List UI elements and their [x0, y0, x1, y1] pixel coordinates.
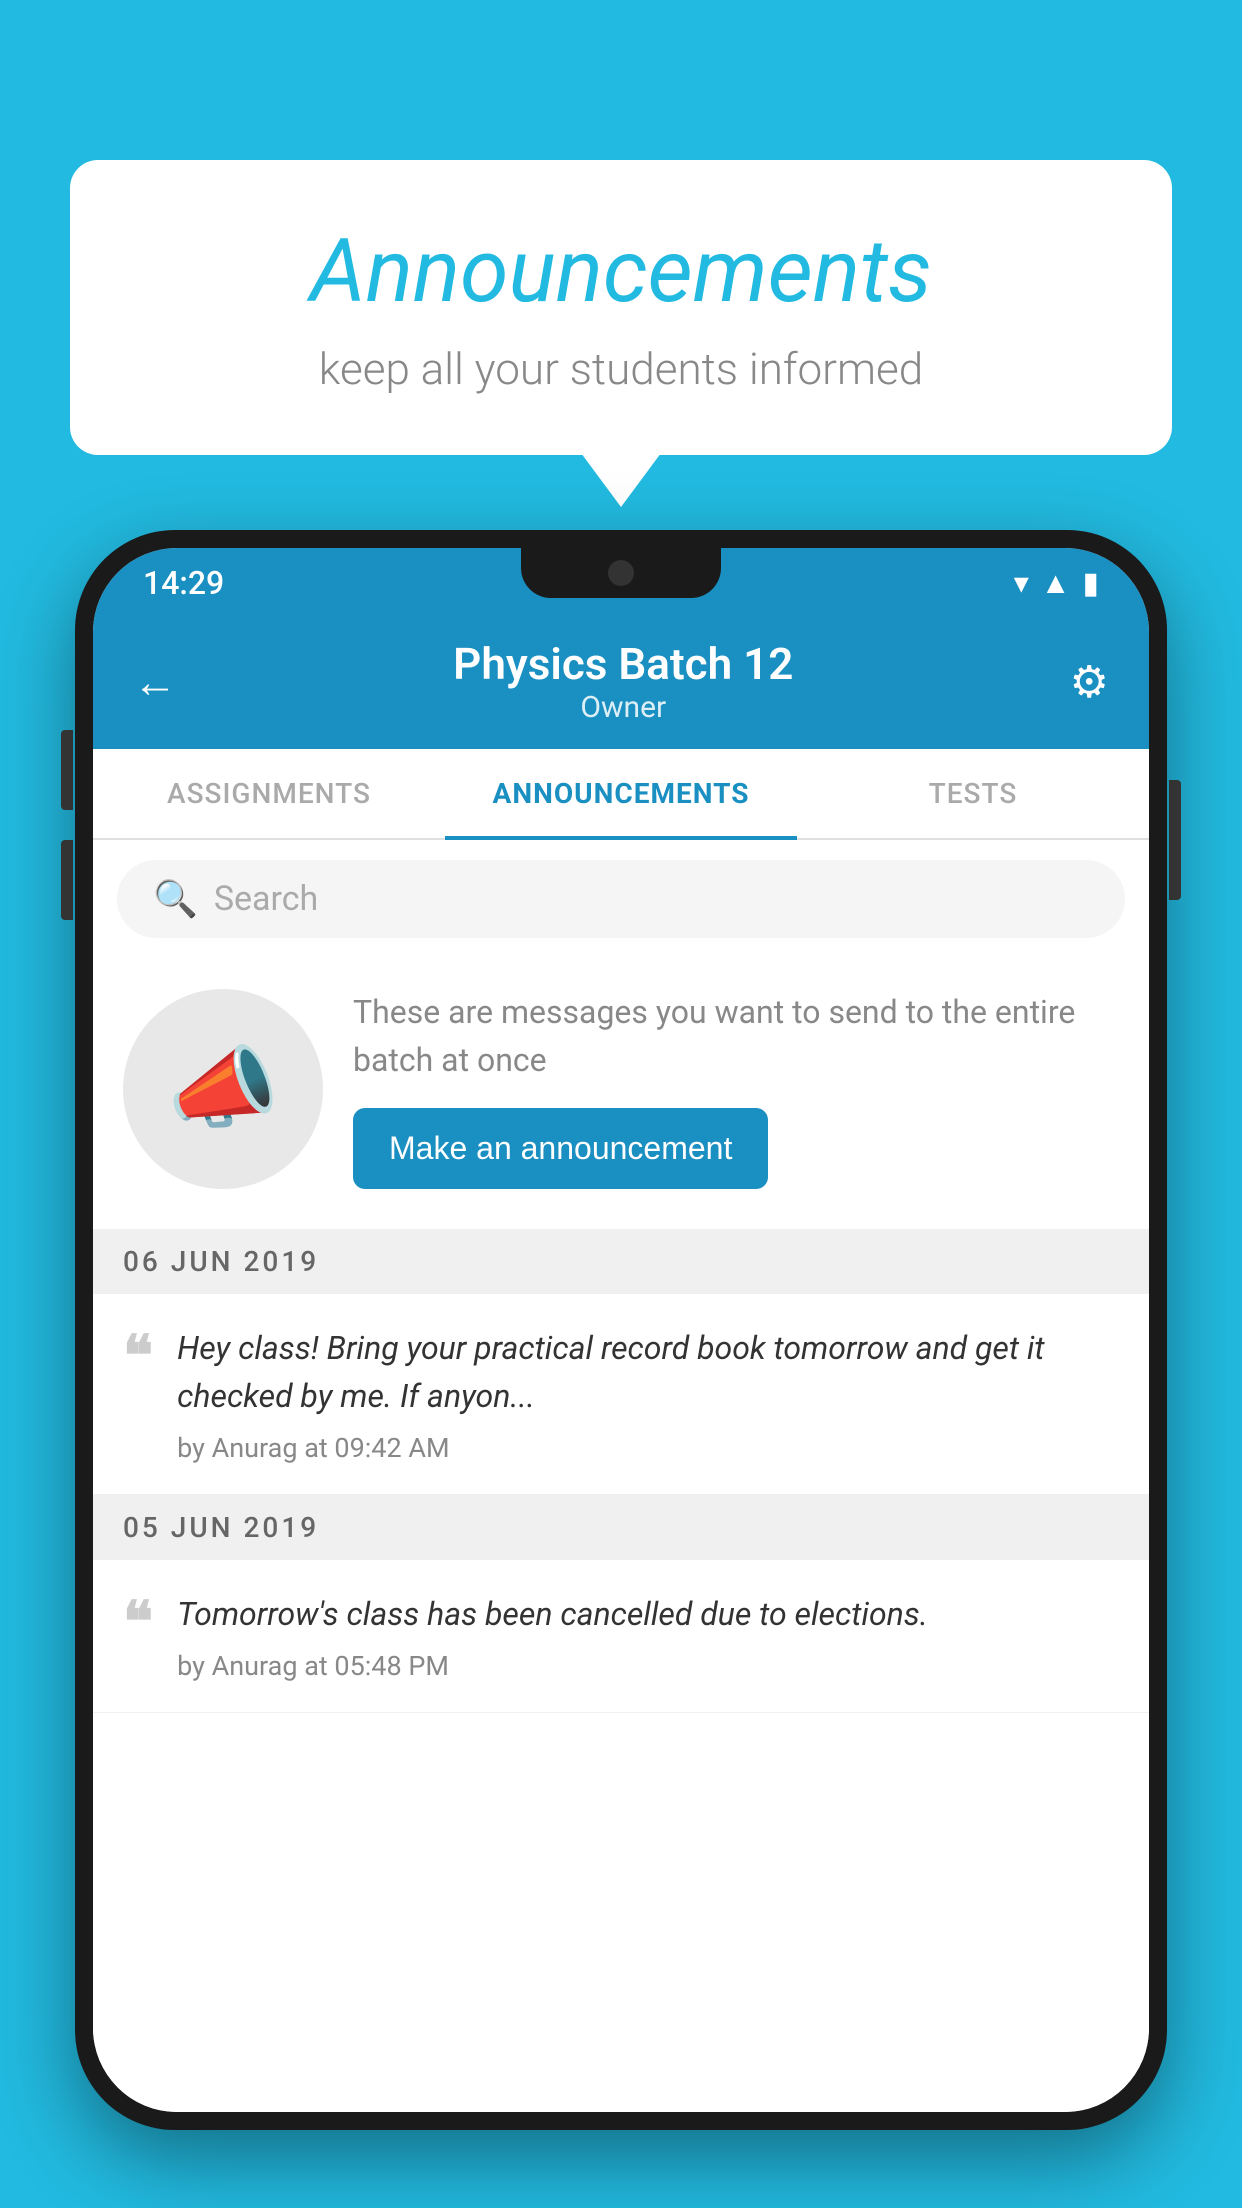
- phone-screen: 14:29 ▾ ▲ ▮ ← Physics Batch 12 Owner ⚙: [93, 548, 1149, 2112]
- phone-notch: [521, 548, 721, 598]
- header-center: Physics Batch 12 Owner: [177, 638, 1070, 725]
- signal-icon: ▲: [1041, 566, 1071, 601]
- tab-announcements[interactable]: ANNOUNCEMENTS: [445, 749, 797, 838]
- tabs-bar: ASSIGNMENTS ANNOUNCEMENTS TESTS: [93, 749, 1149, 840]
- bubble-subtitle: keep all your students informed: [150, 343, 1092, 395]
- battery-icon: ▮: [1082, 566, 1099, 601]
- phone-mockup: 14:29 ▾ ▲ ▮ ← Physics Batch 12 Owner ⚙: [75, 530, 1167, 2208]
- phone-body: 14:29 ▾ ▲ ▮ ← Physics Batch 12 Owner ⚙: [75, 530, 1167, 2130]
- announcement-meta-2: by Anurag at 05:48 PM: [177, 1650, 1119, 1682]
- tab-tests[interactable]: TESTS: [797, 749, 1149, 838]
- announcement-content-2: Tomorrow's class has been cancelled due …: [177, 1590, 1119, 1682]
- promo-section: 📣 These are messages you want to send to…: [93, 958, 1149, 1229]
- announcement-text-2: Tomorrow's class has been cancelled due …: [177, 1590, 1119, 1638]
- status-icons: ▾ ▲ ▮: [1014, 566, 1099, 601]
- speech-bubble-section: Announcements keep all your students inf…: [70, 160, 1172, 455]
- wifi-icon: ▾: [1014, 566, 1029, 601]
- search-placeholder: Search: [214, 879, 318, 919]
- content-area: 🔍 Search 📣 These are messages you want t…: [93, 840, 1149, 2112]
- announcement-text-1: Hey class! Bring your practical record b…: [177, 1324, 1119, 1420]
- search-icon: 🔍: [153, 878, 198, 920]
- camera: [608, 560, 634, 586]
- tab-assignments[interactable]: ASSIGNMENTS: [93, 749, 445, 838]
- power-button: [1169, 780, 1181, 900]
- promo-description: These are messages you want to send to t…: [353, 988, 1119, 1084]
- volume-down-button: [61, 840, 73, 920]
- date-separator-2: 05 JUN 2019: [93, 1495, 1149, 1560]
- status-time: 14:29: [143, 564, 224, 602]
- megaphone-icon: 📣: [167, 1036, 279, 1141]
- announcement-content-1: Hey class! Bring your practical record b…: [177, 1324, 1119, 1464]
- app-header: ← Physics Batch 12 Owner ⚙: [93, 618, 1149, 749]
- quote-icon-2: ❝: [123, 1594, 153, 1650]
- announcement-item-2[interactable]: ❝ Tomorrow's class has been cancelled du…: [93, 1560, 1149, 1713]
- back-button[interactable]: ←: [133, 656, 177, 708]
- speech-bubble: Announcements keep all your students inf…: [70, 160, 1172, 455]
- search-bar[interactable]: 🔍 Search: [117, 860, 1125, 938]
- search-container: 🔍 Search: [93, 840, 1149, 958]
- promo-right: These are messages you want to send to t…: [353, 988, 1119, 1189]
- megaphone-circle: 📣: [123, 989, 323, 1189]
- volume-up-button: [61, 730, 73, 810]
- announcement-meta-1: by Anurag at 09:42 AM: [177, 1432, 1119, 1464]
- announcement-item-1[interactable]: ❝ Hey class! Bring your practical record…: [93, 1294, 1149, 1495]
- settings-button[interactable]: ⚙: [1070, 656, 1109, 708]
- batch-role: Owner: [177, 690, 1070, 725]
- make-announcement-button[interactable]: Make an announcement: [353, 1108, 768, 1189]
- date-separator-1: 06 JUN 2019: [93, 1229, 1149, 1294]
- quote-icon-1: ❝: [123, 1328, 153, 1384]
- bubble-title: Announcements: [150, 220, 1092, 323]
- batch-title: Physics Batch 12: [177, 638, 1070, 690]
